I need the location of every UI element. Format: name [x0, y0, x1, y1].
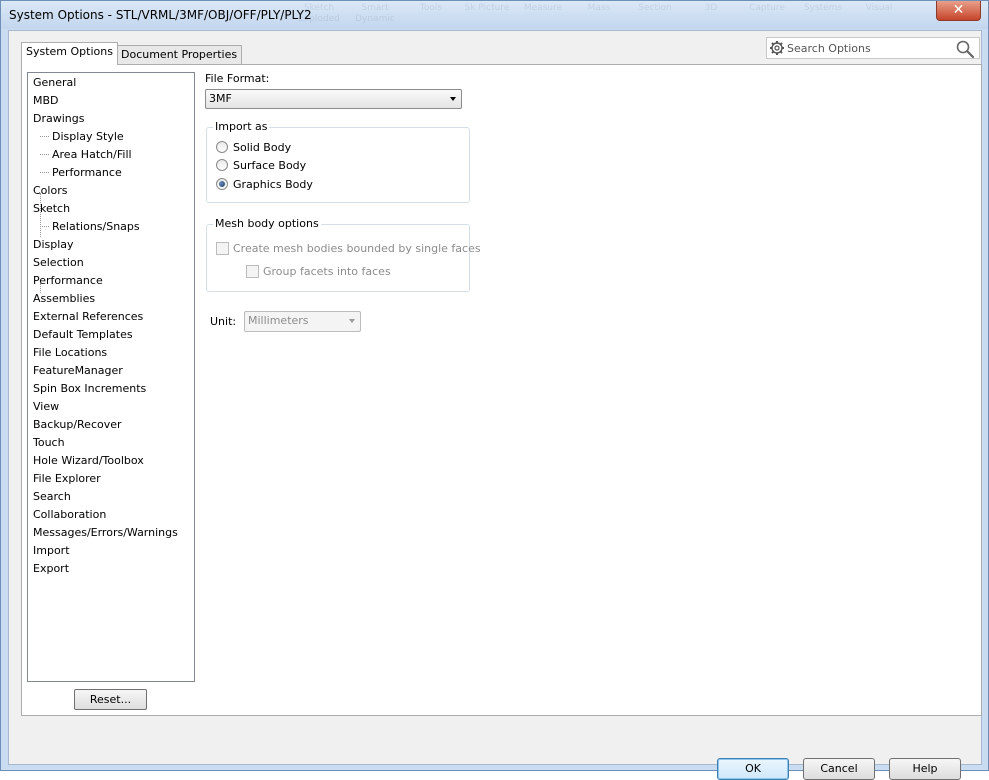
- file-format-value: 3MF: [209, 92, 232, 105]
- unit-label: Unit:: [210, 315, 237, 328]
- checkbox-icon[interactable]: [216, 242, 229, 255]
- tree-item[interactable]: General: [33, 75, 76, 91]
- checkbox-label: Group facets into faces: [263, 265, 391, 278]
- tab-label: System Options: [26, 45, 113, 58]
- tree-item[interactable]: Export: [33, 561, 69, 577]
- close-icon: ✕: [952, 2, 965, 18]
- ghost-ribbon-label: Exploded: [298, 14, 340, 24]
- tree-item[interactable]: Performance: [33, 273, 103, 289]
- cancel-label: Cancel: [820, 762, 858, 775]
- file-format-dropdown[interactable]: 3MF: [205, 89, 462, 109]
- tree-item[interactable]: Default Templates: [33, 327, 133, 343]
- title-bar[interactable]: System Options - STL/VRML/3MF/OBJ/OFF/PL…: [1, 1, 988, 29]
- radio-icon[interactable]: [216, 141, 228, 153]
- tree-item[interactable]: File Locations: [33, 345, 107, 361]
- tree-item[interactable]: Drawings: [33, 111, 84, 127]
- ghost-ribbon-label: Dynamic: [355, 14, 395, 24]
- import-as-group: Import as Solid Body Surface Body Graphi…: [206, 120, 470, 203]
- radio-selected-icon[interactable]: [216, 178, 228, 190]
- unit-value: Millimeters: [248, 314, 309, 327]
- radio-label: Solid Body: [233, 141, 292, 154]
- tree-item[interactable]: Display Style: [40, 129, 124, 145]
- ghost-ribbon-label: Mass: [587, 3, 611, 13]
- search-box[interactable]: [766, 37, 980, 59]
- search-input[interactable]: [787, 40, 947, 56]
- ok-label: OK: [745, 762, 761, 775]
- ghost-ribbon-label: 3D: [704, 3, 718, 13]
- tree-item[interactable]: Spin Box Increments: [33, 381, 146, 397]
- ghost-ribbon-label: Visual: [865, 3, 893, 13]
- tree-item[interactable]: Hole Wizard/Toolbox: [33, 453, 144, 469]
- tree-item[interactable]: Backup/Recover: [33, 417, 122, 433]
- ghost-ribbon-label: Tools: [419, 3, 443, 13]
- chevron-down-icon: [450, 97, 456, 101]
- solid-body-radio[interactable]: Solid Body: [216, 140, 416, 156]
- ghost-ribbon-label: Smart: [361, 3, 389, 13]
- dialog-client: System Options Document Properties Searc…: [8, 30, 982, 780]
- radio-label: Surface Body: [233, 159, 307, 172]
- group-facets-checkbox[interactable]: Group facets into faces: [246, 264, 446, 280]
- options-tree[interactable]: General MBD Drawings Display Style Area Hatc…: [27, 72, 195, 682]
- tree-item[interactable]: FeatureManager: [33, 363, 123, 379]
- checkbox-icon[interactable]: [246, 265, 259, 278]
- file-format-label: File Format:: [205, 72, 270, 85]
- tab-document-properties[interactable]: Document Properties: [116, 45, 243, 65]
- tree-item[interactable]: Touch: [33, 435, 65, 451]
- tree-item[interactable]: Display: [33, 237, 74, 253]
- window-title: System Options - STL/VRML/3MF/OBJ/OFF/PL…: [9, 8, 312, 22]
- tab-label: Document Properties: [121, 48, 238, 61]
- help-label: Help: [912, 762, 938, 775]
- tab-system-options[interactable]: System Options: [21, 42, 118, 65]
- dialog-window: System Options - STL/VRML/3MF/OBJ/OFF/PL…: [0, 0, 989, 780]
- tree-item[interactable]: Relations/Snaps: [40, 219, 140, 235]
- gear-icon[interactable]: [769, 40, 785, 56]
- ghost-ribbon-label: Capture: [749, 3, 785, 13]
- tree-item[interactable]: External References: [33, 309, 143, 325]
- tree-item[interactable]: Collaboration: [33, 507, 106, 523]
- tree-item[interactable]: View: [33, 399, 59, 415]
- mesh-options-group: Mesh body options Create mesh bodies bou…: [206, 217, 481, 292]
- checkbox-label: Create mesh bodies bounded by single fac…: [233, 242, 481, 255]
- tree-item[interactable]: Performance: [40, 165, 122, 181]
- tree-item[interactable]: File Explorer: [33, 471, 101, 487]
- radio-icon[interactable]: [216, 159, 228, 171]
- tree-item[interactable]: Selection: [33, 255, 84, 271]
- ghost-ribbon-label: Section: [638, 3, 672, 13]
- tree-item[interactable]: Messages/Errors/Warnings: [33, 525, 178, 541]
- tab-panel: General MBD Drawings Display Style Area Hatc…: [21, 64, 982, 716]
- tree-item[interactable]: MBD: [33, 93, 59, 109]
- ghost-ribbon-label: Systems: [803, 3, 843, 13]
- background-ribbon-ghost: Sketch Smart Tools Sk Picture Measure Mass Sec…: [291, 3, 931, 27]
- tree-item[interactable]: Assemblies: [33, 291, 95, 307]
- unit-dropdown[interactable]: Millimeters: [244, 311, 361, 332]
- ghost-ribbon-label: Sketch: [303, 3, 335, 13]
- magnifier-icon[interactable]: [955, 39, 975, 59]
- chevron-down-icon: [349, 319, 355, 323]
- tree-item[interactable]: Colors: [33, 183, 67, 199]
- radio-label: Graphics Body: [233, 178, 313, 191]
- cancel-button[interactable]: Cancel: [803, 758, 875, 780]
- ok-button[interactable]: OK: [717, 758, 789, 780]
- graphics-body-radio[interactable]: Graphics Body: [216, 177, 416, 193]
- import-as-title: Import as: [213, 120, 270, 133]
- surface-body-radio[interactable]: Surface Body: [216, 158, 416, 174]
- ghost-ribbon-label: Sk Picture: [464, 3, 510, 13]
- reset-label: Reset...: [89, 693, 132, 706]
- tree-item[interactable]: Sketch: [33, 201, 70, 217]
- close-button[interactable]: ✕: [936, 1, 981, 21]
- ghost-ribbon-label: Measure: [523, 3, 563, 13]
- tree-item[interactable]: Search: [33, 489, 71, 505]
- tree-item[interactable]: Area Hatch/Fill: [40, 147, 132, 163]
- mesh-options-title: Mesh body options: [213, 217, 321, 230]
- reset-button[interactable]: Reset...: [74, 689, 147, 710]
- help-button[interactable]: Help: [889, 758, 961, 780]
- create-mesh-checkbox[interactable]: Create mesh bodies bounded by single fac…: [216, 241, 481, 257]
- tree-item[interactable]: Import: [33, 543, 70, 559]
